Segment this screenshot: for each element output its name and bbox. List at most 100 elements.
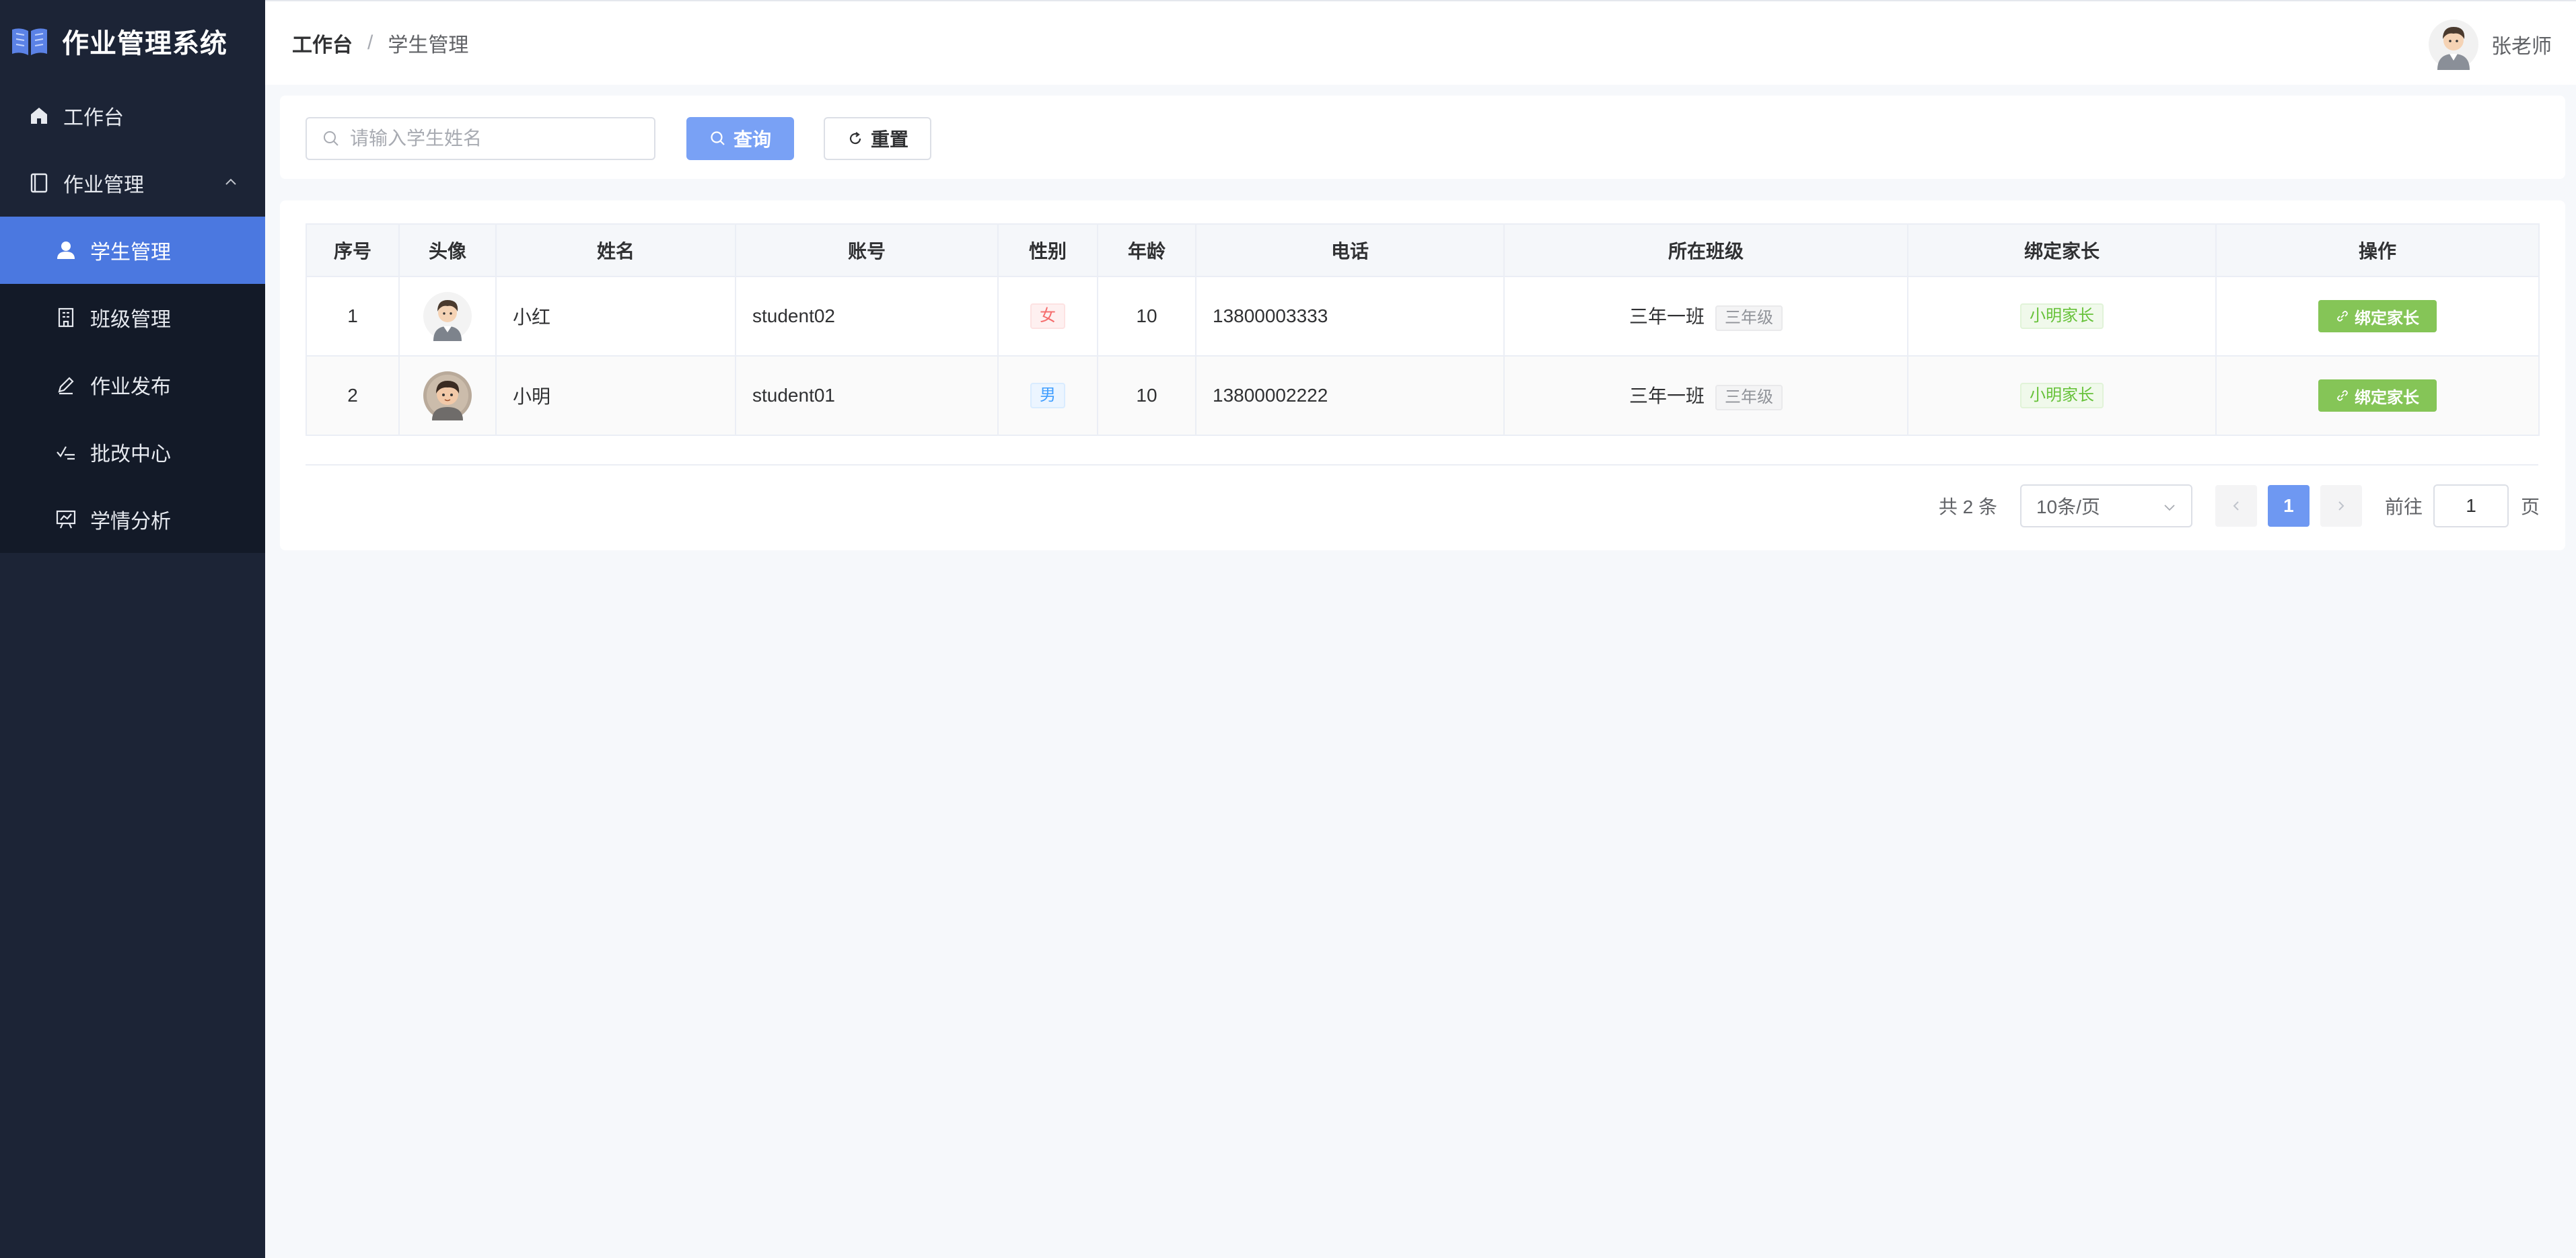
sidebar-menu: 工作台 作业管理 [0, 82, 265, 217]
parent-tag: 小明家长 [2020, 303, 2104, 329]
goto-label: 前往 [2384, 496, 2423, 517]
next-page-button[interactable] [2320, 485, 2362, 527]
breadcrumb-current: 学生管理 [388, 34, 469, 57]
search-field[interactable] [306, 117, 655, 160]
cell-phone: 13800002222 [1195, 355, 1505, 436]
cell-phone: 13800003333 [1195, 276, 1505, 357]
cell-gender: 男 [997, 355, 1098, 436]
sidebar-item-homework-management[interactable]: 作业管理 [0, 149, 265, 217]
chart-board-icon [54, 507, 78, 531]
edit-icon [54, 373, 78, 397]
avatar [423, 292, 472, 341]
cell-class: 三年一班 三年级 [1503, 355, 1908, 436]
cell-age: 10 [1097, 276, 1196, 357]
parent-tag: 小明家长 [2020, 383, 2104, 408]
chevron-up-icon[interactable] [223, 175, 238, 190]
cell-index: 2 [306, 355, 400, 436]
cell-account: student02 [735, 276, 999, 357]
table-row: 2 小明 student01 男 10 13800002222 三年一班 三年级… [306, 355, 2540, 436]
page-number-current[interactable]: 1 [2267, 485, 2310, 527]
main-content: 工作台 / 学生管理 张老师 查询 重置 [265, 0, 2576, 1258]
sidebar-item-label: 批改中心 [90, 443, 171, 466]
pagination-total: 共 2 条 [1938, 496, 1997, 517]
cell-parent: 小明家长 [1907, 355, 2217, 436]
link-icon [2337, 311, 2348, 322]
sidebar-item-publish[interactable]: 作业发布 [0, 351, 265, 418]
cell-name: 小红 [495, 276, 736, 357]
cell-index: 1 [306, 276, 400, 357]
table-header-row: 序号 头像 姓名 账号 性别 年龄 电话 所在班级 绑定家长 操作 [306, 223, 2540, 277]
search-icon [324, 131, 338, 146]
grade-tag: 三年级 [1715, 305, 1783, 331]
sidebar-item-students[interactable]: 学生管理 [0, 217, 265, 284]
chevron-left-icon [2233, 501, 2239, 511]
user-name: 张老师 [2491, 36, 2552, 58]
page-size-select[interactable]: 10条/页 [2019, 484, 2192, 527]
breadcrumb-separator: / [367, 32, 373, 54]
reset-button[interactable]: 重置 [824, 117, 931, 160]
open-book-icon [12, 28, 47, 55]
breadcrumb-root[interactable]: 工作台 [292, 28, 353, 58]
sidebar-item-label: 班级管理 [90, 309, 171, 331]
column-header: 性别 [997, 223, 1098, 277]
sidebar: 作业管理系统 工作台 作业管理 学生管理 班级管理 作业发布 批改中心 学情分析 [0, 0, 265, 1258]
sidebar-item-label: 学生管理 [90, 242, 171, 264]
breadcrumb: 工作台 / 学生管理 [292, 28, 468, 58]
gender-tag: 男 [1030, 383, 1065, 408]
chevron-down-icon [2164, 505, 2175, 511]
column-header: 序号 [306, 223, 400, 277]
goto-page-input[interactable] [2433, 484, 2509, 527]
cell-avatar [398, 355, 497, 436]
column-header: 电话 [1195, 223, 1505, 277]
query-button[interactable]: 查询 [686, 117, 794, 160]
bind-parent-button[interactable]: 绑定家长 [2318, 300, 2437, 332]
link-icon [2337, 390, 2348, 401]
page-unit-label: 页 [2520, 496, 2540, 517]
cell-avatar [398, 276, 497, 357]
prev-page-button[interactable] [2215, 485, 2257, 527]
app-title: 作业管理系统 [62, 29, 227, 59]
app-logo: 作业管理系统 [0, 0, 265, 82]
bind-parent-button[interactable]: 绑定家长 [2318, 379, 2437, 412]
sidebar-item-grading[interactable]: 批改中心 [0, 418, 265, 486]
sidebar-item-dashboard[interactable]: 工作台 [0, 82, 265, 149]
pagination: 共 2 条 10条/页 1 前往 页 [1939, 484, 2540, 527]
sidebar-item-label: 作业发布 [90, 376, 171, 398]
page-size-value: 10条/页 [2036, 496, 2100, 517]
sidebar-item-label: 学情分析 [90, 511, 171, 533]
sidebar-item-analysis[interactable]: 学情分析 [0, 486, 265, 553]
cell-class: 三年一班 三年级 [1503, 276, 1908, 357]
search-input[interactable] [350, 128, 646, 149]
column-header: 年龄 [1097, 223, 1196, 277]
query-button-label: 查询 [733, 129, 771, 150]
home-icon [27, 104, 51, 128]
user-icon [54, 238, 78, 262]
cell-name: 小明 [495, 355, 736, 436]
sidebar-submenu: 学生管理 班级管理 作业发布 批改中心 学情分析 [0, 217, 265, 553]
search-panel: 查询 重置 [280, 96, 2565, 179]
sidebar-item-classes[interactable]: 班级管理 [0, 284, 265, 351]
student-table-panel: 序号 头像 姓名 账号 性别 年龄 电话 所在班级 绑定家长 操作 1 小红 s… [280, 200, 2565, 550]
cell-action: 绑定家长 [2215, 355, 2540, 436]
reset-button-label: 重置 [870, 129, 908, 150]
cell-gender: 女 [997, 276, 1098, 357]
cell-parent: 小明家长 [1907, 276, 2217, 357]
column-header: 头像 [398, 223, 497, 277]
divider [306, 464, 2538, 466]
gender-tag: 女 [1030, 303, 1065, 329]
column-header: 所在班级 [1503, 223, 1908, 277]
top-header: 工作台 / 学生管理 张老师 [265, 0, 2576, 85]
check-list-icon [54, 440, 78, 464]
avatar [423, 371, 472, 420]
building-icon [54, 305, 78, 330]
grade-tag: 三年级 [1715, 384, 1783, 410]
table-row: 1 小红 student02 女 10 13800003333 三年一班 三年级… [306, 276, 2540, 357]
search-icon [711, 131, 725, 145]
cell-age: 10 [1097, 355, 1196, 436]
user-menu[interactable]: 张老师 [2428, 19, 2552, 70]
column-header: 绑定家长 [1907, 223, 2217, 277]
class-name: 三年一班 [1629, 305, 1705, 327]
sidebar-item-label: 作业管理 [63, 174, 144, 196]
bind-parent-label: 绑定家长 [2355, 309, 2419, 328]
column-header: 操作 [2215, 223, 2540, 277]
